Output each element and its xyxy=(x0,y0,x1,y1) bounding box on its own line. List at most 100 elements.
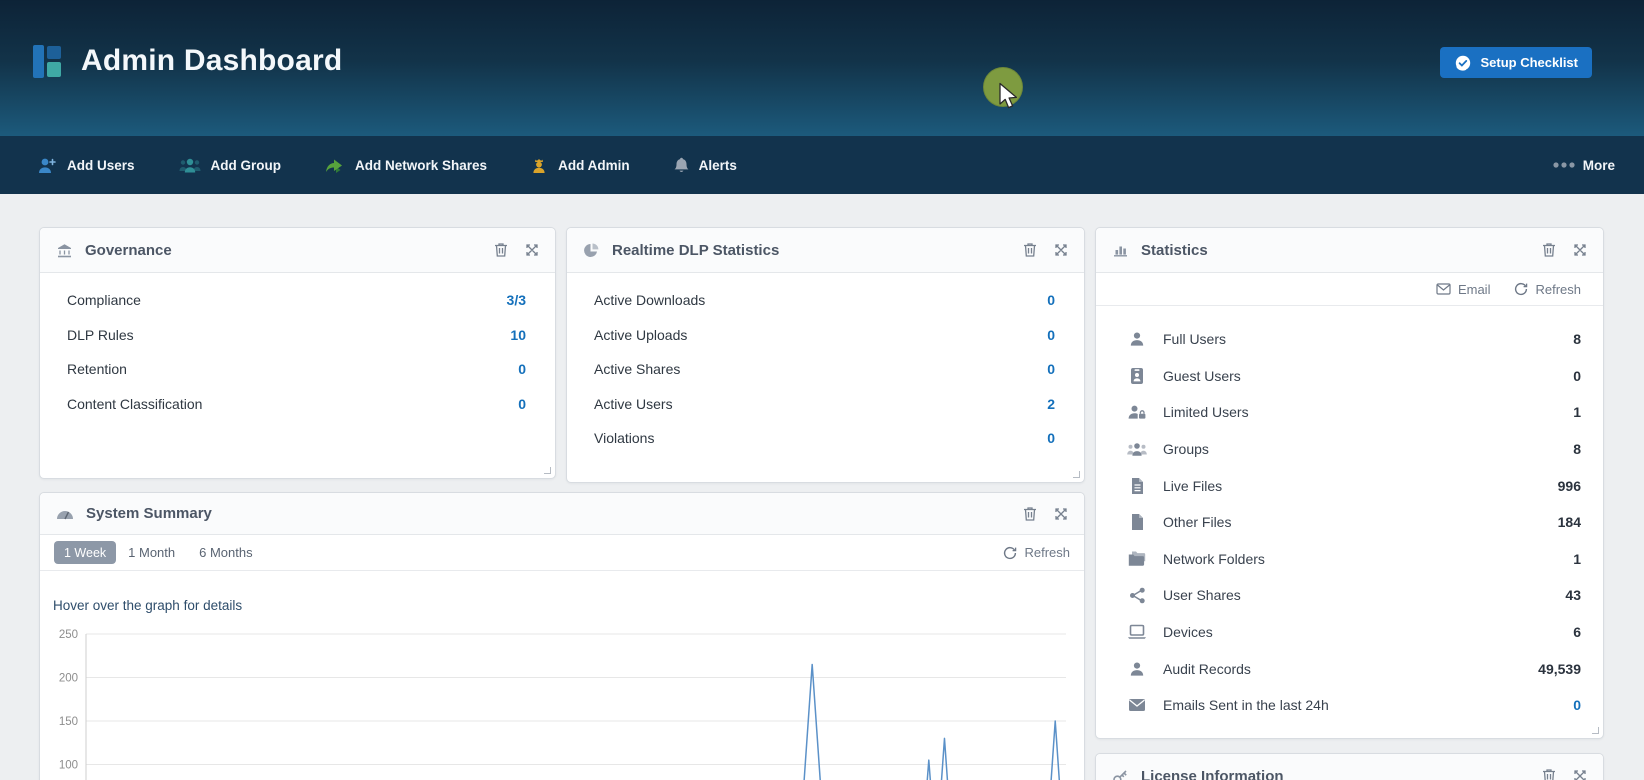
dlp-value-link[interactable]: 0 xyxy=(1047,361,1055,377)
ellipsis-icon xyxy=(1553,162,1575,168)
dlp-row: Active Shares0 xyxy=(567,352,1084,387)
setup-checklist-button[interactable]: Setup Checklist xyxy=(1440,47,1592,78)
governance-value-link[interactable]: 0 xyxy=(518,396,526,412)
dlp-value-link[interactable]: 2 xyxy=(1047,396,1055,412)
stat-row: Groups 8 xyxy=(1096,431,1603,468)
user-icon xyxy=(1126,660,1148,678)
app-logo xyxy=(33,45,61,78)
dlp-value-link[interactable]: 0 xyxy=(1047,430,1055,446)
nav-add-network-shares[interactable]: Add Network Shares xyxy=(324,156,487,175)
refresh-stats-button[interactable]: Refresh xyxy=(1514,282,1581,297)
delete-widget-icon[interactable] xyxy=(1542,242,1556,258)
resize-grip[interactable] xyxy=(544,467,551,474)
user-plus-icon xyxy=(37,156,58,175)
system-summary-panel: System Summary 1 Week 1 Month 6 Months R… xyxy=(39,492,1085,780)
share-arrow-icon xyxy=(324,156,346,175)
pie-chart-icon xyxy=(583,242,600,259)
nav-add-users[interactable]: Add Users xyxy=(37,156,135,175)
statistics-panel: Statistics Email Refresh Full Users xyxy=(1095,227,1604,739)
chart-hint-text: Hover over the graph for details xyxy=(53,598,242,613)
panel-title: System Summary xyxy=(86,505,212,522)
panel-title: License Information xyxy=(1141,768,1284,780)
page-title: Admin Dashboard xyxy=(81,44,342,78)
user-icon xyxy=(1126,330,1148,348)
expand-widget-icon[interactable] xyxy=(1054,243,1068,257)
envelope-icon xyxy=(1436,283,1451,295)
stat-row: Other Files 184 xyxy=(1096,504,1603,541)
stat-row: Network Folders 1 xyxy=(1096,541,1603,578)
stat-row: Full Users 8 xyxy=(1096,321,1603,358)
governance-row: DLP Rules10 xyxy=(40,318,555,353)
svg-text:200: 200 xyxy=(59,673,78,685)
laptop-icon xyxy=(1126,624,1148,640)
users-icon xyxy=(1126,441,1148,458)
expand-widget-icon[interactable] xyxy=(1573,769,1587,780)
governance-value-link[interactable]: 10 xyxy=(510,327,526,343)
stat-row: Guest Users 0 xyxy=(1096,358,1603,395)
user-lock-icon xyxy=(1126,403,1148,421)
gauge-icon xyxy=(56,508,74,520)
nav-alerts[interactable]: Alerts xyxy=(673,156,737,175)
governance-value-link[interactable]: 0 xyxy=(518,361,526,377)
governance-panel: Governance Compliance3/3 DLP Rules10 Ret… xyxy=(39,227,556,479)
nav-more[interactable]: More xyxy=(1553,136,1615,194)
panel-title: Realtime DLP Statistics xyxy=(612,242,779,259)
svg-text:250: 250 xyxy=(59,629,78,641)
resize-grip[interactable] xyxy=(1073,471,1080,478)
stat-row: Limited Users 1 xyxy=(1096,394,1603,431)
panel-title: Statistics xyxy=(1141,242,1208,259)
resize-grip[interactable] xyxy=(1592,727,1599,734)
dlp-row: Violations0 xyxy=(567,421,1084,456)
governance-row: Compliance3/3 xyxy=(40,283,555,318)
governance-value-link[interactable]: 3/3 xyxy=(507,292,526,308)
delete-widget-icon[interactable] xyxy=(1023,242,1037,258)
folders-icon xyxy=(1126,550,1148,567)
nav-add-group[interactable]: Add Group xyxy=(178,156,282,175)
bell-icon xyxy=(673,156,690,175)
svg-text:100: 100 xyxy=(59,760,78,772)
dlp-row: Active Users2 xyxy=(567,387,1084,422)
stat-row: Devices 6 xyxy=(1096,614,1603,651)
bank-icon xyxy=(56,242,73,259)
expand-widget-icon[interactable] xyxy=(525,243,539,257)
refresh-chart-button[interactable]: Refresh xyxy=(1003,545,1070,560)
refresh-icon xyxy=(1003,546,1017,560)
tab-1-month[interactable]: 1 Month xyxy=(116,545,187,560)
dlp-value-link[interactable]: 0 xyxy=(1047,327,1055,343)
tab-1-week[interactable]: 1 Week xyxy=(54,541,116,564)
dlp-row: Active Downloads0 xyxy=(567,283,1084,318)
dlp-row: Active Uploads0 xyxy=(567,318,1084,353)
license-information-panel: License Information xyxy=(1095,753,1604,780)
panel-title: Governance xyxy=(85,242,172,259)
dlp-value-link[interactable]: 0 xyxy=(1047,292,1055,308)
stat-row: Emails Sent in the last 24h 0 xyxy=(1096,687,1603,724)
mouse-cursor-icon xyxy=(998,82,1020,117)
share-nodes-icon xyxy=(1126,587,1148,604)
refresh-icon xyxy=(1514,282,1528,296)
nav-add-admin[interactable]: Add Admin xyxy=(530,156,630,175)
stat-row: User Shares 43 xyxy=(1096,577,1603,614)
app-header: Admin Dashboard Setup Checklist xyxy=(0,0,1644,136)
delete-widget-icon[interactable] xyxy=(494,242,508,258)
email-stats-button[interactable]: Email xyxy=(1436,282,1491,297)
delete-widget-icon[interactable] xyxy=(1023,506,1037,522)
action-navbar: Add Users Add Group Add Network Shares A… xyxy=(0,136,1644,194)
file-icon xyxy=(1126,513,1148,531)
governance-row: Retention0 xyxy=(40,352,555,387)
realtime-dlp-panel: Realtime DLP Statistics Active Downloads… xyxy=(566,227,1085,483)
system-summary-chart[interactable]: 250 200 150 100 xyxy=(40,621,1086,780)
expand-widget-icon[interactable] xyxy=(1054,507,1068,521)
id-badge-icon xyxy=(1126,367,1148,385)
governance-row: Content Classification0 xyxy=(40,387,555,422)
tab-6-months[interactable]: 6 Months xyxy=(187,545,264,560)
expand-widget-icon[interactable] xyxy=(1573,243,1587,257)
bar-chart-icon xyxy=(1112,242,1129,258)
user-group-icon xyxy=(178,156,202,175)
stat-row: Live Files 996 xyxy=(1096,467,1603,504)
svg-text:150: 150 xyxy=(59,716,78,728)
delete-widget-icon[interactable] xyxy=(1542,768,1556,780)
key-icon xyxy=(1112,768,1129,780)
check-badge-icon xyxy=(1454,54,1472,72)
stat-row: Audit Records 49,539 xyxy=(1096,650,1603,687)
envelope-icon xyxy=(1126,698,1148,712)
